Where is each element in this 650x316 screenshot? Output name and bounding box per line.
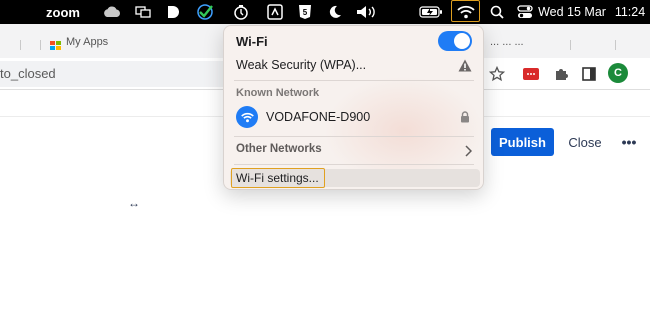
night-mode-icon[interactable] [325, 0, 345, 24]
known-network-wifi-icon [236, 106, 258, 128]
warning-icon [458, 59, 472, 72]
other-networks-item[interactable]: Other Networks [236, 143, 322, 155]
wifi-icon-highlight [451, 0, 480, 22]
volume-icon[interactable] [354, 0, 380, 24]
menu-bar: zoom 5 Wed 15 Mar 11:24 [0, 0, 650, 24]
side-panel-icon[interactable] [579, 64, 599, 84]
extension-red-icon[interactable] [521, 64, 541, 84]
wifi-toggle-knob [454, 33, 470, 49]
bookmark-separator [40, 40, 41, 50]
check-mark-icon[interactable] [194, 0, 216, 24]
bookmark-separator [615, 40, 616, 50]
address-bar-text: to_closed [0, 66, 56, 81]
bookmark-separator [570, 40, 571, 50]
menu-separator [234, 80, 474, 81]
bookmark-separator [20, 40, 21, 50]
wifi-toggle[interactable] [438, 31, 472, 51]
bookmark-star-icon[interactable] [487, 64, 507, 84]
cloud-icon[interactable] [101, 0, 123, 24]
known-network-header: Known Network [236, 87, 320, 99]
time-text: 11:24 [614, 5, 646, 19]
zoom-label: zoom [46, 4, 80, 20]
weak-security-item[interactable]: Weak Security (WPA)... [236, 58, 366, 72]
menubar-date[interactable]: Wed 15 Mar [538, 0, 606, 24]
timer-icon[interactable] [231, 0, 253, 24]
zoom-menu-item[interactable]: zoom [38, 0, 88, 24]
html5-icon[interactable]: 5 [295, 0, 315, 24]
close-button[interactable]: Close [564, 128, 606, 156]
window-share-icon[interactable] [133, 0, 153, 24]
menu-separator [234, 136, 474, 137]
wifi-settings-highlight [231, 168, 325, 188]
date-text: Wed 15 Mar [538, 5, 606, 19]
avatar[interactable]: C [608, 63, 628, 83]
more-options-button[interactable]: ••• [616, 128, 642, 156]
apps-grid-icon[interactable] [50, 38, 62, 50]
bookmark-partial[interactable]: ... ... ... [490, 36, 524, 48]
svg-text:5: 5 [303, 8, 308, 17]
screenshot-icon[interactable] [265, 0, 285, 24]
battery-charging-icon[interactable] [417, 0, 445, 24]
bookmark-my-apps[interactable]: My Apps [66, 36, 108, 48]
avatar-initial: C [614, 67, 622, 79]
chevron-right-icon[interactable] [464, 144, 473, 157]
extensions-puzzle-icon[interactable] [551, 64, 571, 84]
known-network-item[interactable]: VODAFONE-D900 [266, 110, 370, 124]
menubar-clock[interactable]: 11:24 [612, 0, 648, 24]
wifi-menu-panel: Wi-Fi Weak Security (WPA)... Known Netwo… [223, 25, 484, 190]
menu-separator [234, 164, 474, 165]
wifi-menu-title: Wi-Fi [236, 34, 268, 49]
spotlight-icon[interactable] [487, 0, 507, 24]
d-app-icon[interactable] [163, 0, 183, 24]
lock-icon [460, 110, 470, 123]
publish-button[interactable]: Publish [491, 128, 554, 156]
resize-arrows-icon[interactable]: ↔ [128, 196, 140, 210]
control-center-icon[interactable] [514, 0, 536, 24]
